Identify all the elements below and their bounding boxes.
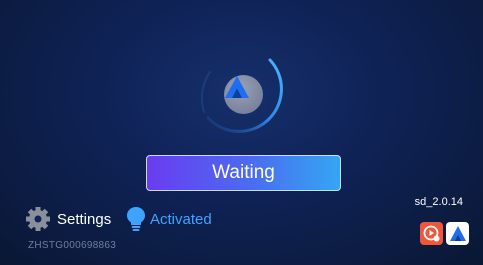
android-auto-logo [224, 75, 263, 114]
loading-spinner [190, 42, 300, 152]
activated-label: Activated [150, 210, 212, 228]
waiting-button[interactable]: Waiting [146, 155, 341, 191]
settings-button[interactable]: Settings [25, 206, 111, 232]
play-icon [423, 225, 440, 242]
gear-icon [26, 207, 50, 231]
connection-screen: Waiting sd_2.0.14 Settings Activated ZHS… [0, 0, 483, 265]
activation-status: Activated [126, 206, 212, 232]
device-serial: ZHSTG000698863 [28, 240, 117, 251]
lightbulb-icon [127, 207, 145, 231]
settings-label: Settings [57, 210, 112, 228]
version-label: sd_2.0.14 [414, 196, 463, 208]
android-auto-icon [225, 76, 249, 98]
android-auto-icon [449, 226, 466, 241]
carlife-app-icon[interactable] [420, 222, 443, 245]
app-icons [420, 222, 469, 245]
android-auto-app-icon[interactable] [446, 222, 469, 245]
